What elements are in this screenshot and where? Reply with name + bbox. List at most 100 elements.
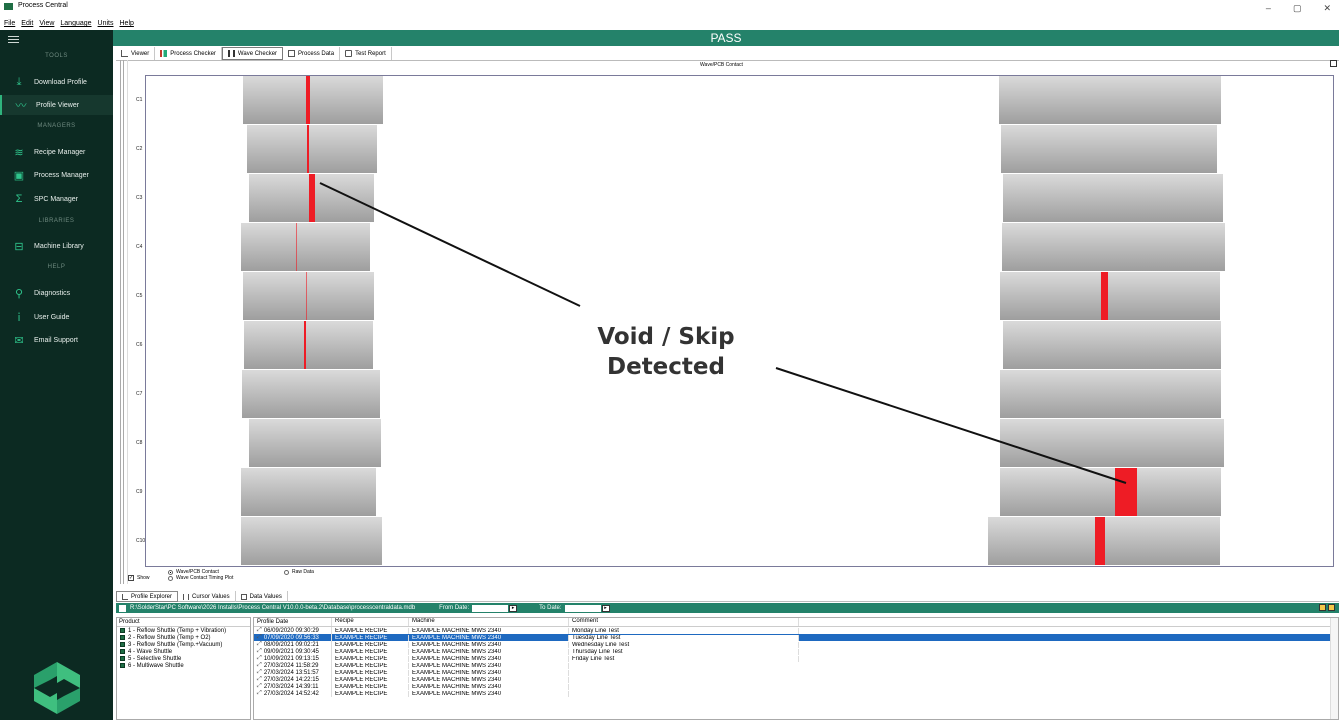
from-date-input[interactable] [472,604,509,612]
table-header: Profile Date Recipe Machine Comment [254,618,1338,627]
close-button[interactable]: ✕ [1323,3,1331,14]
menu-toggle-button[interactable] [8,32,28,46]
menu-language[interactable]: Language [60,20,91,27]
section-managers: MANAGERS [37,123,76,129]
product-header: Product [117,618,250,627]
sidebar-item-machine-library[interactable]: ⊟ Machine Library [0,236,113,256]
annotation-label: Void / Skip Detected [597,324,735,380]
tab-test-report[interactable]: Test Report [340,47,392,60]
sidebar-item-recipe-manager[interactable]: ≋ Recipe Manager [0,142,113,162]
product-icon [120,642,125,647]
row-label: C9 [136,489,143,495]
print-icon [345,50,353,57]
status-banner: PASS [113,30,1339,46]
mail-icon: ✉ [14,334,24,347]
profile-icon: ⤢ [257,641,262,647]
tab-profile-explorer[interactable]: Profile Explorer [116,591,179,602]
product-icon [120,656,125,661]
to-date-input[interactable] [564,604,601,612]
view-tabs: Viewer Process Checker Wave Checker Proc… [116,47,392,60]
table-row[interactable]: ⤢ 27/03/2024 14:52:42 EXAMPLE RECIPE EXAMPL… [254,690,1338,697]
recipe-sliders-icon: ≋ [14,146,24,159]
profile-icon: ⤢ [257,662,262,668]
void-skip-marker [307,125,309,173]
sidebar-item-spc-manager[interactable]: Σ SPC Manager [0,189,113,209]
sidebar-item-process-manager[interactable]: ▣ Process Manager [0,165,113,185]
menu-file[interactable]: File [4,20,15,27]
product-item[interactable]: 4 - Wave Shuttle [117,648,250,655]
tab-process-data[interactable]: Process Data [283,47,341,60]
menu-edit[interactable]: Edit [21,20,33,27]
maximize-button[interactable]: ▢ [1293,3,1302,14]
section-libraries: LIBRARIES [38,218,75,224]
tab-cursor-values[interactable]: Cursor Values [178,591,236,602]
sigma-icon: Σ [15,193,23,205]
chart-title: Wave/PCB Contact [700,62,743,68]
sidebar-item-download-profile[interactable]: ⤓ Download Profile [0,72,113,92]
col-comment[interactable]: Comment [569,618,799,626]
refresh-icon[interactable] [1319,604,1326,611]
bottom-tabs: Profile Explorer Cursor Values Data Valu… [116,591,1339,602]
sidebar-item-label: Process Manager [34,171,89,179]
table-scrollbar[interactable] [1330,618,1338,719]
table-row[interactable]: ⤢ 06/09/2020 09:30:29 EXAMPLE RECIPE EXAMPL… [254,627,1338,634]
radio-raw-data[interactable]: Raw Data [284,569,314,575]
from-date-button[interactable]: ▸ [509,604,518,612]
chart-side-strip [116,60,128,584]
tab-wave-checker[interactable]: Wave Checker [221,47,284,60]
right-wave-contact-bar [1003,321,1221,369]
void-skip-marker [1115,468,1137,516]
table-row[interactable]: ⤢ 27/03/2024 14:39:11 EXAMPLE RECIPE EXAMPL… [254,683,1338,690]
sidebar-item-label: Email Support [34,336,78,344]
table-row[interactable]: ⤢ 27/03/2024 14:22:15 EXAMPLE RECIPE EXAMPL… [254,676,1338,683]
menu-view[interactable]: View [39,20,54,27]
wave-icon [227,50,235,57]
product-item[interactable]: 5 - Selective Shuttle [117,655,250,662]
col-machine[interactable]: Machine [409,618,569,626]
database-path: R:\SolderStar\PC Software\2026 Installs\… [130,605,416,611]
row-label: C3 [136,195,143,201]
tab-data-values[interactable]: Data Values [236,591,288,602]
product-item[interactable]: 2 - Reflow Shuttle (Temp + O2) [117,634,250,641]
table-row[interactable]: ⤢ 27/03/2024 11:58:29 EXAMPLE RECIPE EXAMPL… [254,662,1338,669]
table-row[interactable]: ⤢ 10/09/2021 09:13:15 EXAMPLE RECIPE EXAMPL… [254,655,1338,662]
product-item[interactable]: 3 - Reflow Shuttle (Temp.+Vacuum) [117,641,250,648]
section-tools: TOOLS [45,53,68,59]
profile-icon: ⤢ [257,634,262,640]
left-wave-contact-bar [243,272,374,320]
col-profile-date[interactable]: Profile Date [254,618,332,626]
grid-icon[interactable] [1330,60,1337,67]
sidebar-item-email-support[interactable]: ✉ Email Support [0,330,113,350]
table-row[interactable]: ⤢ 27/03/2024 13:51:57 EXAMPLE RECIPE EXAMPL… [254,669,1338,676]
table-icon [240,593,247,600]
to-date-button[interactable]: ▸ [601,604,610,612]
void-skip-marker [1095,517,1105,565]
folder-icon[interactable] [1328,604,1335,611]
profile-icon: ⤢ [257,683,262,689]
sidebar: TOOLS ⤓ Download Profile 〰 Profile Viewe… [0,30,113,720]
chart-options: Wave/PCB Contact Wave Contact Timing Plo… [126,568,546,584]
menu-units[interactable]: Units [98,20,114,27]
minimize-button[interactable]: – [1266,3,1271,14]
col-recipe[interactable]: Recipe [332,618,409,626]
radio-wave-contact-timing[interactable]: Wave Contact Timing Plot [168,575,233,581]
product-icon [120,663,125,668]
table-row[interactable]: ⤢ 09/09/2021 09:30:45 EXAMPLE RECIPE EXAMPL… [254,648,1338,655]
row-label: C10 [136,538,146,544]
menu-help[interactable]: Help [120,20,134,27]
table-row[interactable]: ⤢ 07/09/2020 09:56:33 EXAMPLE RECIPE EXAMPL… [254,634,1338,641]
show-checkbox[interactable]: ✓ Show [128,575,150,581]
product-item[interactable]: 6 - Multiwave Shuttle [117,662,250,669]
tab-viewer[interactable]: Viewer [116,47,156,60]
left-wave-contact-bar [244,321,373,369]
left-wave-contact-bar [243,76,383,124]
tab-process-checker[interactable]: Process Checker [155,47,222,60]
left-wave-contact-bar [241,223,370,271]
table-row[interactable]: ⤢ 08/09/2021 09:02:21 EXAMPLE RECIPE EXAMPL… [254,641,1338,648]
sidebar-item-diagnostics[interactable]: ⚲ Diagnostics [0,283,113,303]
sidebar-item-profile-viewer[interactable]: 〰 Profile Viewer [0,95,113,115]
sidebar-item-user-guide[interactable]: ⅰ User Guide [0,307,113,327]
app-icon [4,3,13,10]
search-icon: ⚲ [14,287,24,300]
product-item[interactable]: 1 - Reflow Shuttle (Temp + Vibration) [117,627,250,634]
